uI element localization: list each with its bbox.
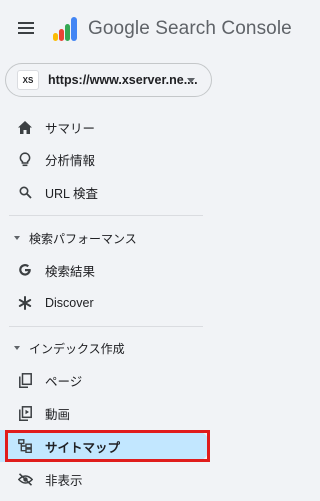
nav-label: URL 検査	[45, 186, 99, 201]
app-logo[interactable]: Google Search Console	[52, 13, 292, 45]
nav-item-videos[interactable]: 動画	[0, 397, 210, 429]
top-bar: Google Search Console	[0, 0, 300, 58]
video-icon	[17, 405, 33, 421]
nav-label: 動画	[45, 407, 71, 422]
property-url: https://www.xserver.ne....	[48, 73, 198, 87]
nav-label: ページ	[45, 374, 83, 389]
nav-item-sitemaps[interactable]: サイトマップ	[0, 430, 210, 462]
nav-item-insights[interactable]: 分析情報	[0, 143, 210, 175]
divider	[9, 215, 203, 216]
nav-item-summary[interactable]: サマリー	[0, 111, 210, 143]
divider	[9, 326, 203, 327]
property-favicon: XS	[17, 70, 39, 90]
lightbulb-icon	[17, 151, 33, 167]
section-indexing[interactable]: インデックス作成	[0, 334, 210, 362]
search-icon	[17, 184, 33, 200]
nav-item-url-inspection[interactable]: URL 検査	[0, 176, 210, 208]
nav-item-discover[interactable]: Discover	[0, 287, 210, 319]
nav-item-search-results[interactable]: 検索結果	[0, 254, 210, 286]
nav-label: Discover	[45, 296, 94, 310]
visibility-off-icon	[17, 471, 33, 487]
nav-label: サマリー	[45, 121, 96, 136]
google-g-icon	[17, 262, 33, 278]
nav-item-removals[interactable]: 非表示	[0, 463, 210, 495]
property-selector[interactable]: XS https://www.xserver.ne....	[5, 63, 212, 97]
search-console-logo-icon	[53, 17, 77, 41]
chevron-down-icon	[14, 346, 20, 350]
nav-label: 検索結果	[45, 264, 96, 279]
nav-label: サイトマップ	[45, 440, 121, 455]
section-title: インデックス作成	[29, 341, 125, 356]
sitemap-icon	[17, 438, 33, 454]
section-search-performance[interactable]: 検索パフォーマンス	[0, 224, 210, 252]
app-title: Google Search Console	[88, 18, 292, 39]
chevron-down-icon	[14, 236, 20, 240]
nav-item-pages[interactable]: ページ	[0, 364, 210, 396]
nav-label: 分析情報	[45, 153, 96, 168]
home-icon	[17, 119, 33, 135]
caret-down-icon	[187, 78, 195, 83]
menu-icon[interactable]	[12, 14, 40, 42]
section-title: 検索パフォーマンス	[29, 231, 137, 246]
pages-icon	[17, 372, 33, 388]
asterisk-icon	[17, 295, 33, 311]
nav-label: 非表示	[45, 473, 83, 488]
